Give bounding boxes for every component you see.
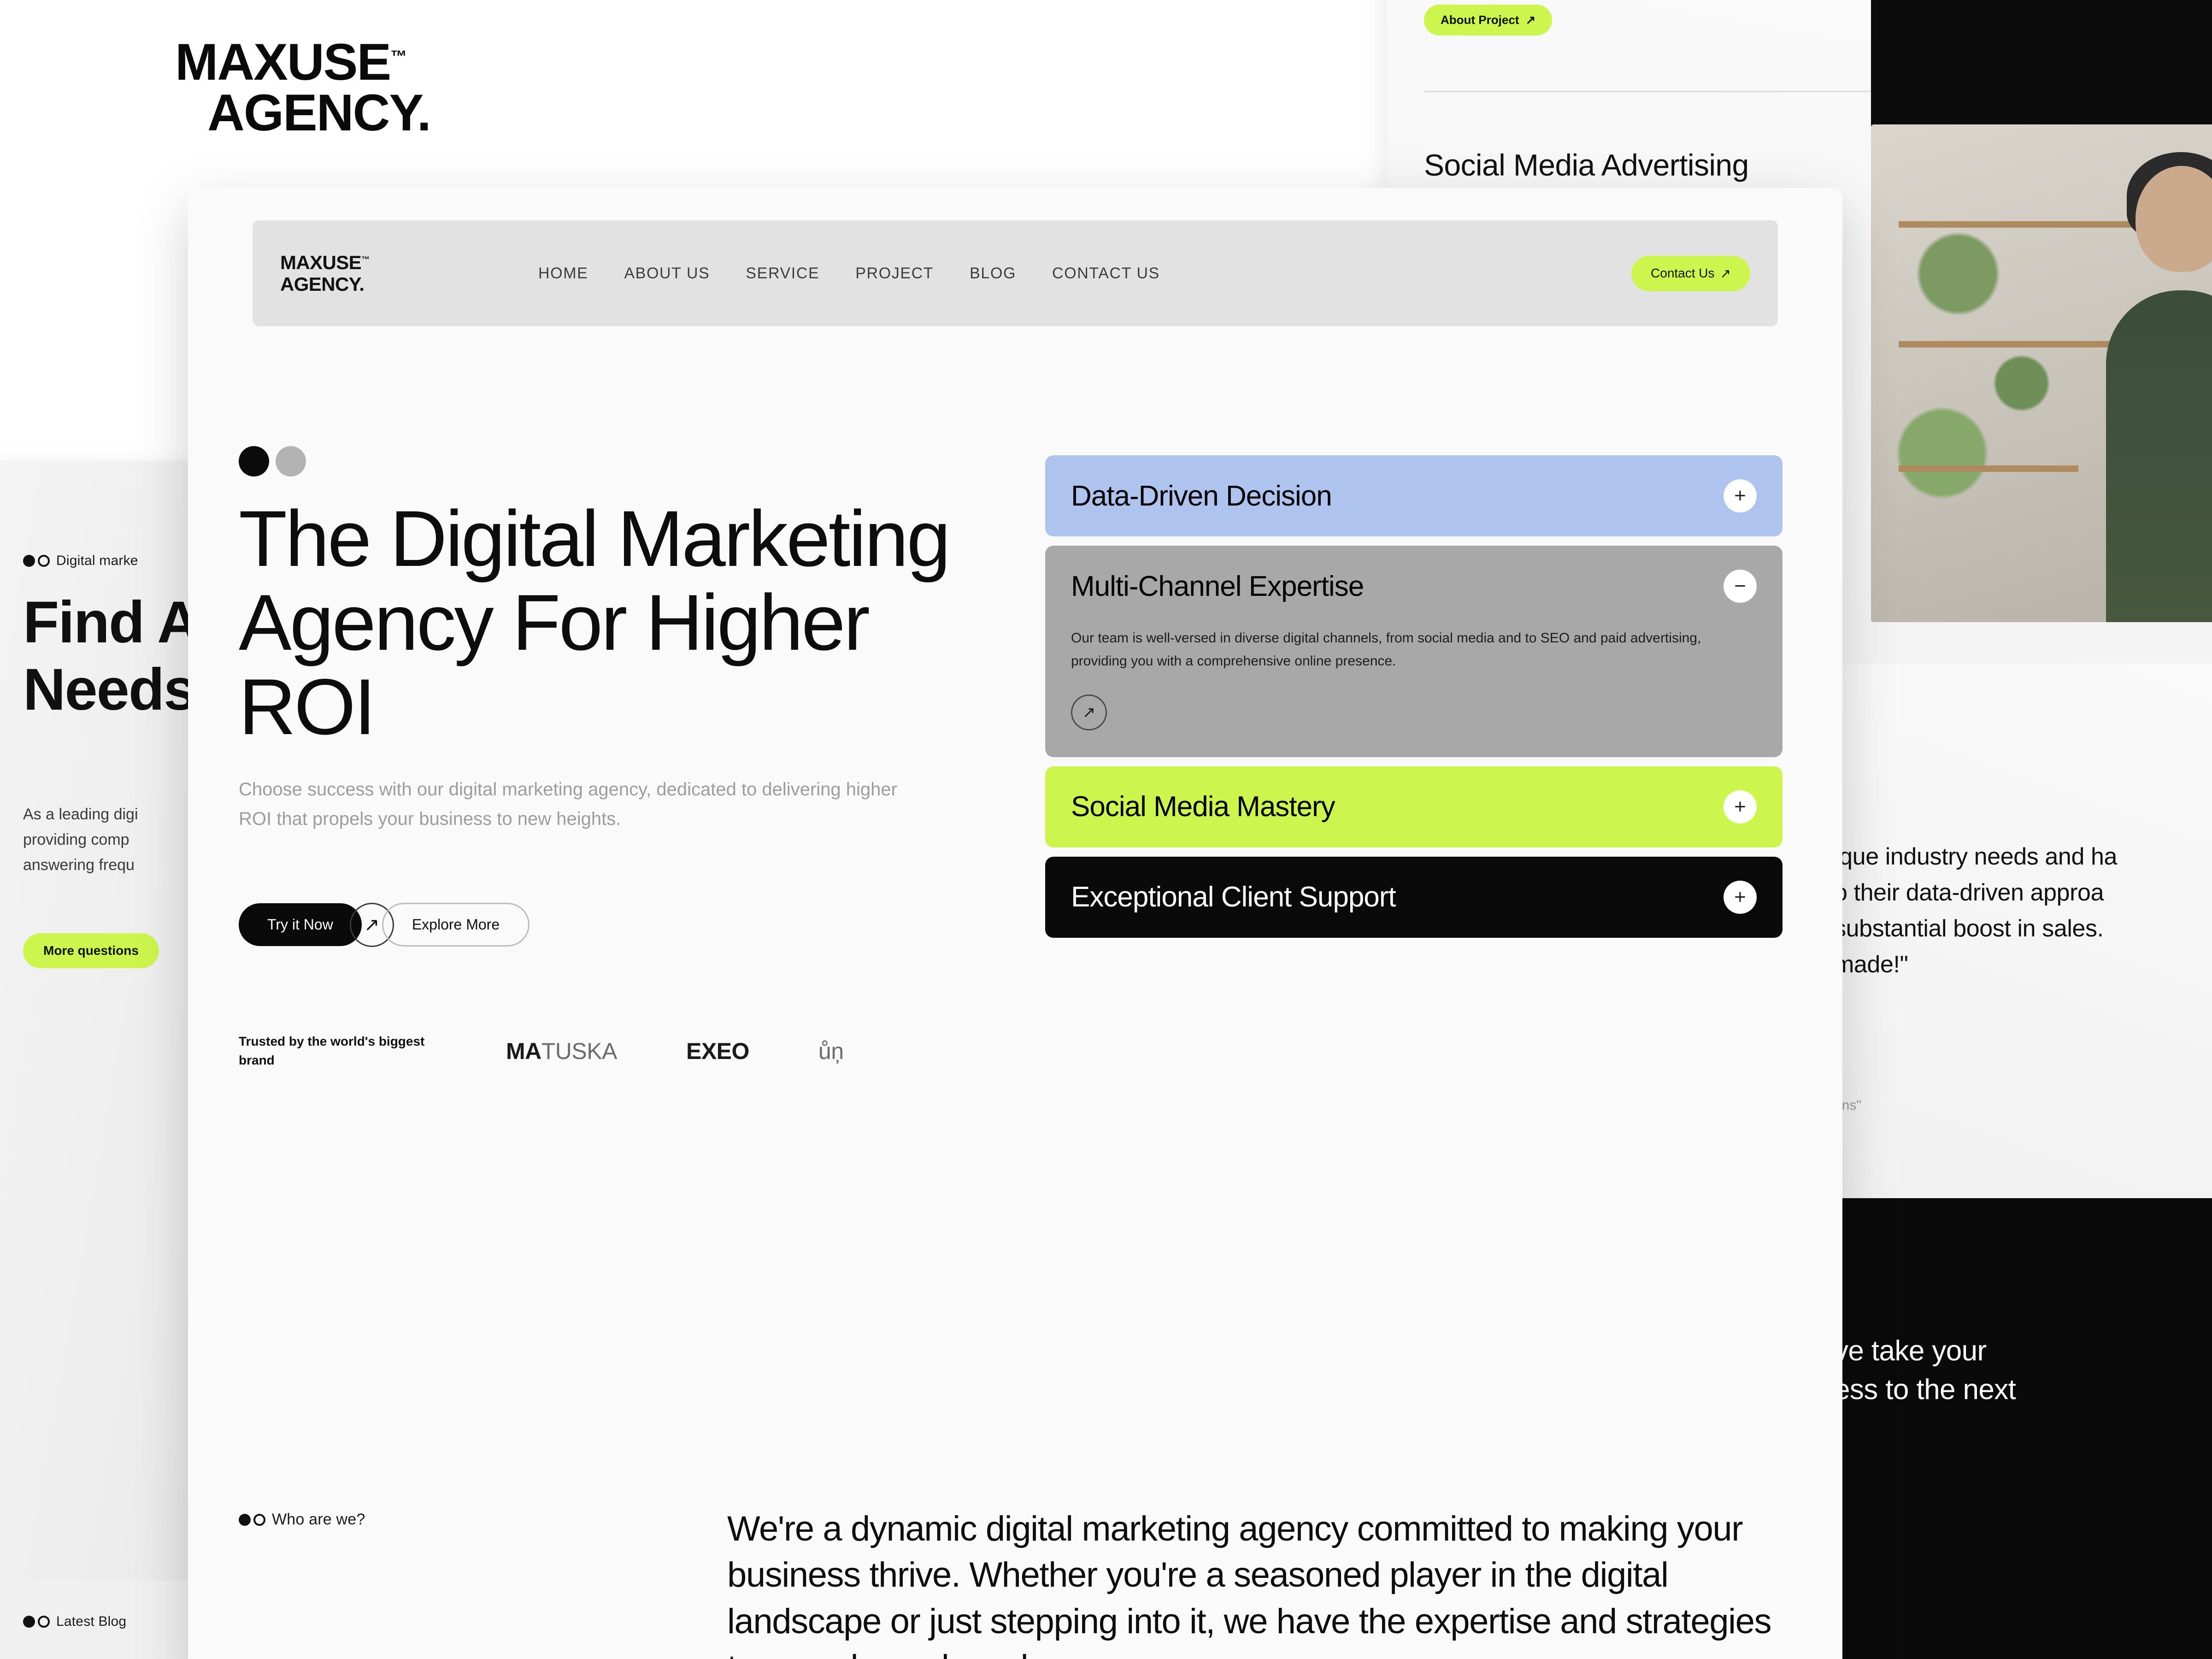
- navbar-contact-us-button[interactable]: Contact Us ↗: [1631, 255, 1750, 291]
- navbar-logo-line1: MAXUSE™: [280, 251, 370, 273]
- features-accordion: Data-Driven Decision + Multi-Channel Exp…: [1045, 455, 1783, 947]
- trademark-icon: ™: [361, 254, 370, 264]
- trusted-by-section: Trusted by the world's biggest brand MAT…: [239, 1032, 976, 1070]
- background-dark-block: [1871, 0, 2212, 129]
- dot-pair-icon: [23, 555, 50, 567]
- hero-heading: The Digital Marketing Agency For Higher …: [239, 494, 951, 751]
- latest-blog-label: Latest Blog: [56, 1614, 127, 1629]
- accordion-title: Exceptional Client Support: [1071, 881, 1396, 913]
- hero-left-column: The Digital Marketing Agency For Higher …: [239, 446, 976, 1070]
- dot-pair-icon: [23, 1616, 50, 1628]
- about-project-label: About Project: [1441, 13, 1519, 27]
- about-section: We're a dynamic digital marketing agency…: [727, 1506, 1778, 1659]
- accordion-header[interactable]: Data-Driven Decision +: [1045, 455, 1783, 536]
- navbar-links: HOME ABOUT US SERVICE PROJECT BLOG CONTA…: [538, 265, 1631, 282]
- navbar-logo[interactable]: MAXUSE™ AGENCY.: [280, 252, 538, 295]
- faq-card-eyebrow-label: Digital marke: [56, 553, 138, 568]
- accordion-item-social-media-mastery[interactable]: Social Media Mastery +: [1045, 766, 1783, 847]
- navbar-logo-line2: AGENCY.: [280, 273, 365, 295]
- accordion-title: Data-Driven Decision: [1071, 480, 1332, 512]
- accordion-header[interactable]: Multi-Channel Expertise −: [1045, 546, 1783, 627]
- background-plant-photo: [1871, 124, 2212, 622]
- testimonial-line1: ique industry needs and ha: [1834, 843, 2118, 870]
- who-are-we-eyebrow: Who are we?: [239, 1511, 365, 1529]
- about-project-button[interactable]: About Project ↗: [1424, 5, 1553, 35]
- screenshot-canvas: Digital marke Find A Needs As a leading …: [0, 0, 2212, 1659]
- faq-card-title-line1: Find A: [23, 589, 200, 655]
- step-dot-active[interactable]: [239, 446, 269, 477]
- nav-link-blog[interactable]: BLOG: [970, 265, 1016, 282]
- hero-button-row: Try it Now ↗ Explore More: [239, 902, 976, 947]
- background-card-dark-cta: ve take your ess to the next: [1806, 1198, 2212, 1659]
- navbar-contact-us-label: Contact Us: [1651, 266, 1715, 280]
- client-logo-un: ůņ: [818, 1038, 844, 1064]
- nav-link-home[interactable]: HOME: [538, 265, 588, 282]
- nav-link-contact-us[interactable]: CONTACT US: [1052, 265, 1160, 282]
- testimonial-attribution: ons": [1834, 1098, 1862, 1113]
- testimonial-line2: o their data-driven approa: [1834, 879, 2104, 906]
- minus-icon[interactable]: −: [1724, 570, 1757, 603]
- site-navbar: MAXUSE™ AGENCY. HOME ABOUT US SERVICE PR…: [253, 220, 1778, 326]
- faq-card-title-line2: Needs: [23, 656, 196, 723]
- more-questions-button[interactable]: More questions: [23, 933, 159, 969]
- brand-logo-line2: AGENCY.: [207, 83, 431, 141]
- who-are-we-label: Who are we?: [272, 1511, 365, 1528]
- arrow-up-right-icon: ↗: [1720, 266, 1731, 281]
- accordion-body-text: Our team is well-versed in diverse digit…: [1071, 630, 1701, 669]
- accordion-header[interactable]: Social Media Mastery +: [1045, 766, 1783, 847]
- trademark-icon: ™: [390, 47, 407, 66]
- dark-cta-line1: ve take your: [1834, 1335, 1987, 1367]
- try-it-now-button[interactable]: Try it Now: [239, 903, 362, 947]
- trusted-by-label: Trusted by the world's biggest brand: [239, 1034, 425, 1067]
- dot-pair-icon: [239, 1513, 265, 1526]
- client-logo-matuska: MATUSKA: [506, 1038, 617, 1064]
- accordion-item-multi-channel-expertise[interactable]: Multi-Channel Expertise − Our team is we…: [1045, 546, 1783, 757]
- dark-cta-line2: ess to the next: [1834, 1373, 2016, 1406]
- testimonial-line4: made!": [1834, 951, 1908, 978]
- accordion-title: Social Media Mastery: [1071, 791, 1335, 823]
- nav-link-service[interactable]: SERVICE: [746, 265, 819, 282]
- accordion-body: Our team is well-versed in diverse digit…: [1045, 627, 1783, 757]
- arrow-up-right-icon[interactable]: ↗: [1071, 694, 1107, 730]
- dark-cta-text: ve take your ess to the next: [1834, 1332, 2212, 1409]
- nav-link-about-us[interactable]: ABOUT US: [624, 265, 710, 282]
- website-preview-card: MAXUSE™ AGENCY. HOME ABOUT US SERVICE PR…: [188, 188, 1842, 1659]
- accordion-header[interactable]: Exceptional Client Support +: [1045, 857, 1783, 938]
- arrow-up-right-icon: ↗: [1525, 13, 1536, 27]
- accordion-title: Multi-Channel Expertise: [1071, 570, 1364, 602]
- plus-icon[interactable]: +: [1724, 790, 1757, 824]
- step-dot-inactive[interactable]: [276, 446, 306, 477]
- client-logo-exeo: EXEO: [686, 1038, 749, 1064]
- plus-icon[interactable]: +: [1724, 880, 1757, 914]
- accordion-item-exceptional-client-support[interactable]: Exceptional Client Support +: [1045, 856, 1783, 938]
- hero-step-indicator[interactable]: [239, 446, 976, 477]
- plus-icon[interactable]: +: [1724, 479, 1757, 512]
- background-card-testimonial: ique industry needs and ha o their data-…: [1806, 664, 2212, 1263]
- explore-more-button[interactable]: Explore More: [382, 903, 530, 947]
- about-paragraph: We're a dynamic digital marketing agency…: [727, 1509, 1771, 1659]
- accordion-item-data-driven-decision[interactable]: Data-Driven Decision +: [1045, 455, 1783, 536]
- testimonial-quote: ique industry needs and ha o their data-…: [1834, 839, 2212, 982]
- brand-logo-line1: MAXUSE™: [175, 33, 407, 91]
- hero-subtext: Choose success with our digital marketin…: [239, 779, 897, 829]
- nav-link-project[interactable]: PROJECT: [855, 265, 934, 282]
- testimonial-line3: substantial boost in sales.: [1834, 915, 2104, 942]
- brand-logo: MAXUSE™ AGENCY.: [175, 33, 431, 141]
